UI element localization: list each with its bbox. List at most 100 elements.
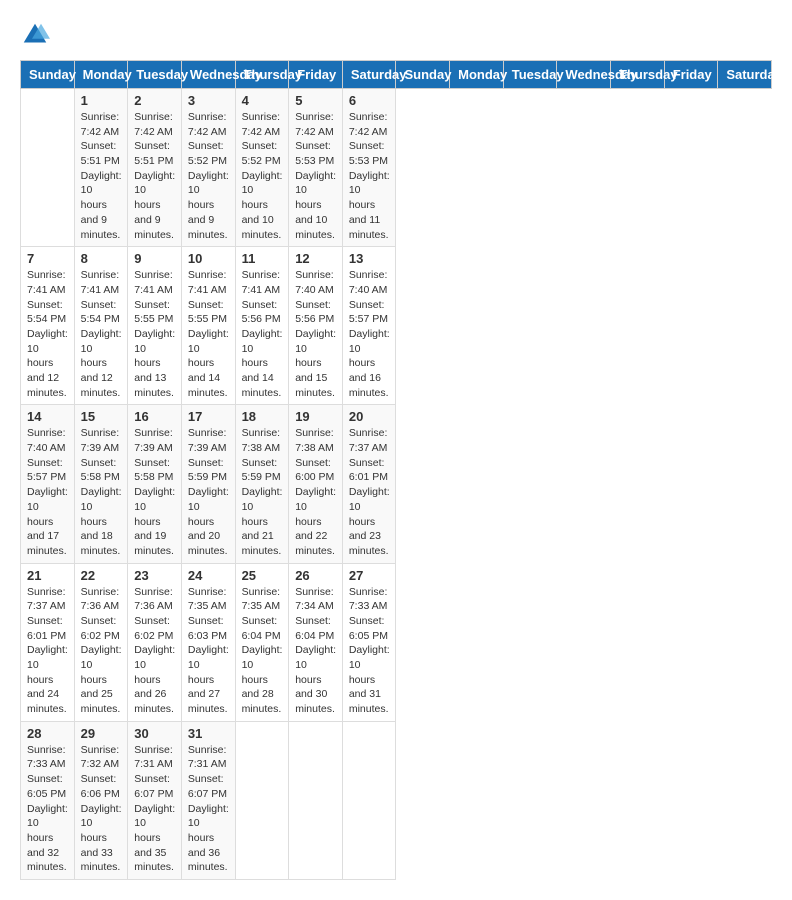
day-cell: 22 Sunrise: 7:36 AMSunset: 6:02 PMDayligh… [74,563,128,721]
day-cell: 17Sunrise: 7:39 AMSunset: 5:59 PMDayligh… [181,405,235,563]
day-number: 19 [295,409,336,424]
day-info: Sunrise: 7:39 AMSunset: 5:58 PMDaylight:… [81,426,122,558]
day-number: 30 [134,726,175,741]
day-info: Sunrise: 7:37 AMSunset: 6:01 PMDaylight:… [27,585,68,717]
header-monday: Monday [74,61,128,89]
day-info: Sunrise: 7:40 AMSunset: 5:57 PMDaylight:… [349,268,390,400]
day-info: Sunrise: 7:35 AMSunset: 6:03 PMDaylight:… [188,585,229,717]
day-info: Sunrise: 7:38 AMSunset: 6:00 PMDaylight:… [295,426,336,558]
day-number: 29 [81,726,122,741]
day-cell: 18 Sunrise: 7:38 AMSunset: 5:59 PMDayligh… [235,405,289,563]
day-cell: 7 Sunrise: 7:41 AMSunset: 5:54 PMDaylight… [21,247,75,405]
day-info: Sunrise: 7:42 AMSunset: 5:53 PMDaylight:… [295,110,336,242]
day-cell [342,721,396,879]
day-number: 31 [188,726,229,741]
day-info: Sunrise: 7:34 AMSunset: 6:04 PMDaylight:… [295,585,336,717]
day-number: 18 [242,409,283,424]
day-number: 5 [295,93,336,108]
day-number: 8 [81,251,122,266]
day-info: Sunrise: 7:39 AMSunset: 5:58 PMDaylight:… [134,426,175,558]
day-cell: 4 Sunrise: 7:42 AMSunset: 5:52 PMDaylight… [235,89,289,247]
day-cell: 24 Sunrise: 7:35 AMSunset: 6:03 PMDayligh… [181,563,235,721]
day-info: Sunrise: 7:37 AMSunset: 6:01 PMDaylight:… [349,426,390,558]
day-cell: 9 Sunrise: 7:41 AMSunset: 5:55 PMDaylight… [128,247,182,405]
day-info: Sunrise: 7:38 AMSunset: 5:59 PMDaylight:… [242,426,283,558]
day-number: 28 [27,726,68,741]
day-cell: 5 Sunrise: 7:42 AMSunset: 5:53 PMDaylight… [289,89,343,247]
day-cell [235,721,289,879]
day-number: 9 [134,251,175,266]
day-cell: 2 Sunrise: 7:42 AMSunset: 5:51 PMDaylight… [128,89,182,247]
day-number: 15 [81,409,122,424]
day-cell [21,89,75,247]
day-cell: 13 Sunrise: 7:40 AMSunset: 5:57 PMDayligh… [342,247,396,405]
header-sunday: Sunday [21,61,75,89]
day-info: Sunrise: 7:31 AMSunset: 6:07 PMDaylight:… [134,743,175,875]
calendar-table: SundayMondayTuesdayWednesdayThursdayFrid… [20,60,772,880]
col-header-thursday: Thursday [611,61,665,89]
day-cell: 20 Sunrise: 7:37 AMSunset: 6:01 PMDayligh… [342,405,396,563]
day-cell: 19 Sunrise: 7:38 AMSunset: 6:00 PMDayligh… [289,405,343,563]
day-cell: 30 Sunrise: 7:31 AMSunset: 6:07 PMDayligh… [128,721,182,879]
header-saturday: Saturday [342,61,396,89]
day-number: 6 [349,93,390,108]
day-cell: 6Sunrise: 7:42 AMSunset: 5:53 PMDaylight… [342,89,396,247]
day-number: 21 [27,568,68,583]
page-header [20,20,772,50]
day-cell: 3 Sunrise: 7:42 AMSunset: 5:52 PMDaylight… [181,89,235,247]
day-cell: 11Sunrise: 7:41 AMSunset: 5:56 PMDayligh… [235,247,289,405]
day-info: Sunrise: 7:41 AMSunset: 5:55 PMDaylight:… [134,268,175,400]
day-cell: 16 Sunrise: 7:39 AMSunset: 5:58 PMDayligh… [128,405,182,563]
week-row-5: 28 Sunrise: 7:33 AMSunset: 6:05 PMDayligh… [21,721,772,879]
day-number: 24 [188,568,229,583]
day-cell: 26Sunrise: 7:34 AMSunset: 6:04 PMDayligh… [289,563,343,721]
day-number: 3 [188,93,229,108]
col-header-monday: Monday [450,61,504,89]
day-number: 7 [27,251,68,266]
day-cell [289,721,343,879]
day-info: Sunrise: 7:40 AMSunset: 5:56 PMDaylight:… [295,268,336,400]
day-info: Sunrise: 7:42 AMSunset: 5:52 PMDaylight:… [188,110,229,242]
day-info: Sunrise: 7:41 AMSunset: 5:54 PMDaylight:… [81,268,122,400]
day-info: Sunrise: 7:31 AMSunset: 6:07 PMDaylight:… [188,743,229,875]
header-tuesday: Tuesday [128,61,182,89]
day-number: 4 [242,93,283,108]
col-header-friday: Friday [664,61,718,89]
day-cell: 1Sunrise: 7:42 AMSunset: 5:51 PMDaylight… [74,89,128,247]
day-info: Sunrise: 7:42 AMSunset: 5:51 PMDaylight:… [81,110,122,242]
logo [20,20,54,50]
day-number: 27 [349,568,390,583]
day-info: Sunrise: 7:41 AMSunset: 5:54 PMDaylight:… [27,268,68,400]
header-wednesday: Wednesday [181,61,235,89]
day-cell: 27Sunrise: 7:33 AMSunset: 6:05 PMDayligh… [342,563,396,721]
week-row-2: 7 Sunrise: 7:41 AMSunset: 5:54 PMDaylight… [21,247,772,405]
day-number: 25 [242,568,283,583]
day-number: 14 [27,409,68,424]
day-info: Sunrise: 7:42 AMSunset: 5:51 PMDaylight:… [134,110,175,242]
day-cell: 10Sunrise: 7:41 AMSunset: 5:55 PMDayligh… [181,247,235,405]
day-number: 2 [134,93,175,108]
day-cell: 15 Sunrise: 7:39 AMSunset: 5:58 PMDayligh… [74,405,128,563]
day-info: Sunrise: 7:41 AMSunset: 5:56 PMDaylight:… [242,268,283,400]
col-header-tuesday: Tuesday [503,61,557,89]
day-number: 22 [81,568,122,583]
day-info: Sunrise: 7:42 AMSunset: 5:52 PMDaylight:… [242,110,283,242]
day-number: 13 [349,251,390,266]
day-cell: 25 Sunrise: 7:35 AMSunset: 6:04 PMDayligh… [235,563,289,721]
day-cell: 29 Sunrise: 7:32 AMSunset: 6:06 PMDayligh… [74,721,128,879]
calendar-header-row: SundayMondayTuesdayWednesdayThursdayFrid… [21,61,772,89]
day-info: Sunrise: 7:36 AMSunset: 6:02 PMDaylight:… [81,585,122,717]
col-header-sunday: Sunday [396,61,450,89]
week-row-1: 1Sunrise: 7:42 AMSunset: 5:51 PMDaylight… [21,89,772,247]
col-header-wednesday: Wednesday [557,61,611,89]
day-number: 16 [134,409,175,424]
day-info: Sunrise: 7:33 AMSunset: 6:05 PMDaylight:… [27,743,68,875]
day-info: Sunrise: 7:32 AMSunset: 6:06 PMDaylight:… [81,743,122,875]
header-friday: Friday [289,61,343,89]
day-number: 20 [349,409,390,424]
day-number: 10 [188,251,229,266]
day-info: Sunrise: 7:35 AMSunset: 6:04 PMDaylight:… [242,585,283,717]
day-number: 12 [295,251,336,266]
week-row-3: 14Sunrise: 7:40 AMSunset: 5:57 PMDayligh… [21,405,772,563]
day-cell: 14Sunrise: 7:40 AMSunset: 5:57 PMDayligh… [21,405,75,563]
